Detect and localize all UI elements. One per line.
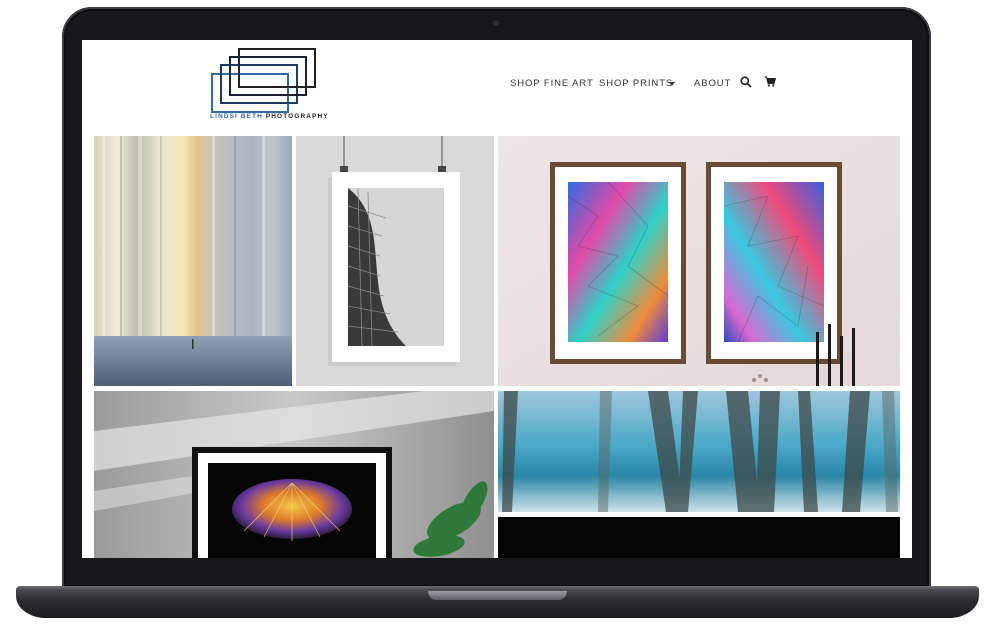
logo-name: LINDSI BETH [210, 113, 263, 120]
laptop-notch [428, 591, 567, 600]
nav-shop-prints[interactable]: SHOP PRINTS [599, 78, 673, 89]
gallery-tile-abstract-diptych[interactable] [498, 136, 900, 386]
nav-about[interactable]: ABOUT [694, 78, 731, 89]
gallery-tile-blue-water-grasses[interactable] [498, 391, 900, 512]
nav-shop-fine-art[interactable]: SHOP FINE ART [510, 78, 594, 89]
logo-tagline: PHOTOGRAPHY [265, 113, 329, 120]
sunrise-stripes-photo [94, 136, 292, 386]
chevron-down-icon[interactable] [669, 82, 675, 86]
carnival-swing-print-photo [94, 391, 494, 558]
webcam [493, 20, 499, 26]
gallery-tile-dark[interactable] [498, 517, 900, 558]
gallery-tile-sunrise-stripes[interactable] [94, 136, 292, 386]
logo-text: LINDSI BETH PHOTOGRAPHY [210, 113, 329, 120]
gallery-tile-carnival-swing[interactable] [94, 391, 494, 558]
curved-building-print-photo [296, 136, 494, 386]
blue-water-grasses-photo [498, 391, 900, 512]
search-icon[interactable] [740, 76, 752, 88]
website-screen: LINDSI BETH PHOTOGRAPHY SHOP FINE ART SH… [82, 40, 912, 558]
cart-icon[interactable] [764, 76, 776, 87]
abstract-diptych-photo [498, 136, 900, 386]
gallery-tile-curved-building[interactable] [296, 136, 494, 386]
